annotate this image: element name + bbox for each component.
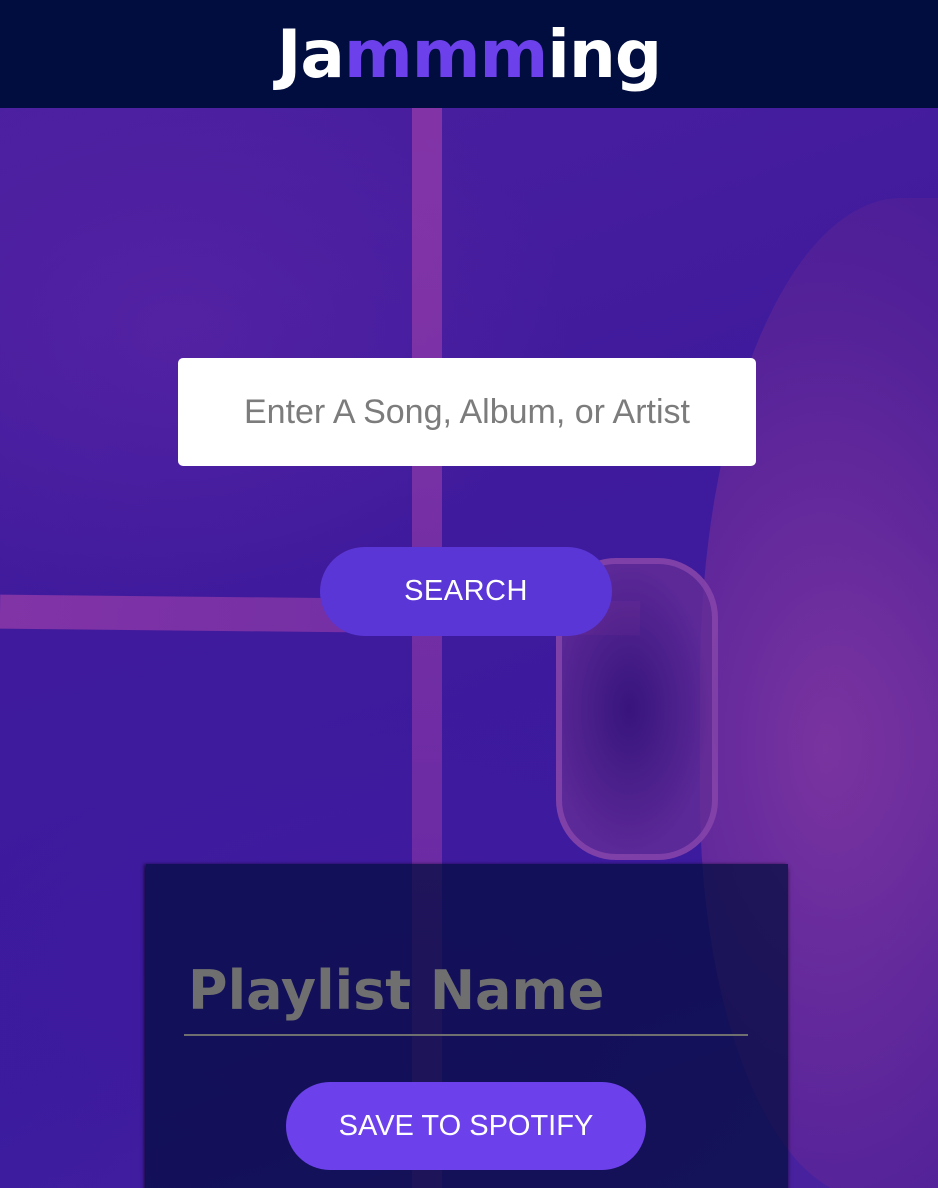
logo-prefix: Ja <box>276 15 345 93</box>
playlist-name-input[interactable] <box>184 946 748 1036</box>
search-input[interactable] <box>178 358 756 466</box>
app-logo: Jammming <box>276 15 662 93</box>
playlist-panel: SAVE TO SPOTIFY <box>146 864 788 1188</box>
search-button[interactable]: SEARCH <box>320 547 612 636</box>
logo-suffix: ing <box>547 15 662 93</box>
save-to-spotify-button[interactable]: SAVE TO SPOTIFY <box>286 1082 646 1170</box>
app-header: Jammming <box>0 0 938 108</box>
logo-accent: mmm <box>343 15 548 93</box>
